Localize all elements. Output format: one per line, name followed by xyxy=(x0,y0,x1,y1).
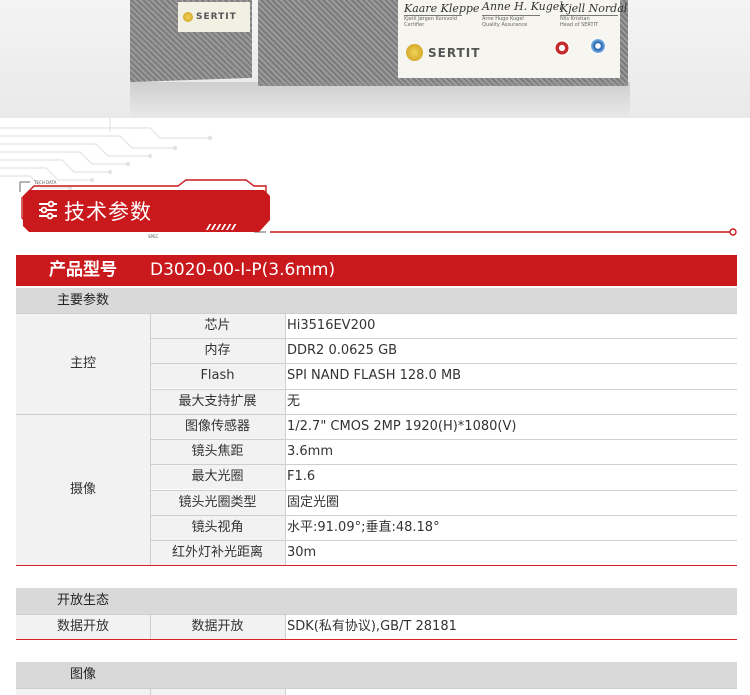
signer-role: Quality Assurance xyxy=(482,22,528,28)
row-divider xyxy=(150,338,737,339)
spec-value: DDR2 0.0625 GB xyxy=(285,338,737,363)
certificate-banner: SERTIT Kaare Kleppe Anne H. Kugel Kjell … xyxy=(0,0,750,118)
spec-key: 内存 xyxy=(150,338,285,363)
column-divider xyxy=(150,313,151,565)
row-divider xyxy=(16,414,737,415)
block-label-data-open: 数据开放 xyxy=(16,614,150,639)
group-header: 图像 xyxy=(16,662,737,688)
svg-text:TECH DATA: TECH DATA xyxy=(33,180,57,185)
spec-key: 数据开放 xyxy=(150,614,285,639)
row-divider xyxy=(16,614,737,615)
table-row-partial xyxy=(16,688,150,695)
spec-key: 镜头光圈类型 xyxy=(150,490,285,515)
sliders-icon xyxy=(39,200,57,220)
spec-value: SDK(私有协议),GB/T 28181 xyxy=(285,614,737,639)
spec-key: 红外灯补光距离 xyxy=(150,540,285,565)
spec-value: 固定光圈 xyxy=(285,490,737,515)
spec-value: 3.6mm xyxy=(285,439,737,464)
signer-role: Certifier xyxy=(404,22,425,28)
right-logo: SERTIT xyxy=(428,46,481,60)
section-title: 技术参数 xyxy=(64,200,152,224)
signature-2: Anne H. Kugel xyxy=(482,0,563,13)
svg-text:SPEC: SPEC xyxy=(148,234,158,239)
spec-key: 图像传感器 xyxy=(150,414,285,439)
row-divider xyxy=(150,389,737,390)
group-header: 主要参数 xyxy=(16,288,737,314)
spec-key: 最大光圈 xyxy=(150,464,285,489)
row-divider xyxy=(150,464,737,465)
signature-3: Kjell Nordal xyxy=(560,2,628,15)
column-divider xyxy=(150,688,151,695)
column-divider xyxy=(150,614,151,639)
spec-key: Flash xyxy=(150,363,285,388)
spec-value: 水平:91.09°;垂直:48.18° xyxy=(285,515,737,540)
spec-key: 镜头焦距 xyxy=(150,439,285,464)
row-divider xyxy=(150,515,737,516)
group-header-label: 主要参数 xyxy=(56,293,109,308)
group-end-line xyxy=(16,565,737,566)
group-end-line xyxy=(16,639,737,640)
sertit-logo-icon xyxy=(406,44,423,61)
block-label-camera: 摄像 xyxy=(16,414,150,565)
column-divider xyxy=(285,313,286,565)
signature-1: Kaare Kleppe xyxy=(404,2,480,15)
column-divider xyxy=(285,688,286,695)
banner-reflection xyxy=(130,82,630,118)
spec-value: 30m xyxy=(285,540,737,565)
row-divider xyxy=(150,490,737,491)
table-row-partial xyxy=(150,688,285,695)
ccra-emblem-icon xyxy=(554,40,570,56)
spec-key: 镜头视角 xyxy=(150,515,285,540)
row-divider xyxy=(16,688,737,689)
product-model: D3020-00-I-P(3.6mm) xyxy=(150,260,336,280)
product-label: 产品型号 xyxy=(49,260,117,280)
left-logo: SERTIT xyxy=(196,12,237,22)
spec-value: 无 xyxy=(285,389,737,414)
sertit-logo-icon xyxy=(183,12,193,22)
sogis-emblem-icon xyxy=(590,38,606,54)
row-divider xyxy=(150,540,737,541)
spec-value: 1/2.7" CMOS 2MP 1920(H)*1080(V) xyxy=(285,414,737,439)
group-header-label: 图像 xyxy=(69,667,96,682)
group-header: 开放生态 xyxy=(16,588,737,614)
group-header-label: 开放生态 xyxy=(56,593,109,608)
spec-key: 最大支持扩展 xyxy=(150,389,285,414)
block-label-main-control: 主控 xyxy=(16,313,150,414)
row-divider xyxy=(150,439,737,440)
spec-value: SPI NAND FLASH 128.0 MB xyxy=(285,363,737,388)
signer-role: Head of SERTIT xyxy=(560,22,599,28)
spec-value: Hi3516EV200 xyxy=(285,313,737,338)
row-divider xyxy=(150,363,737,364)
column-divider xyxy=(285,614,286,639)
spec-value: F1.6 xyxy=(285,464,737,489)
spec-key: 芯片 xyxy=(150,313,285,338)
row-divider xyxy=(16,313,737,314)
